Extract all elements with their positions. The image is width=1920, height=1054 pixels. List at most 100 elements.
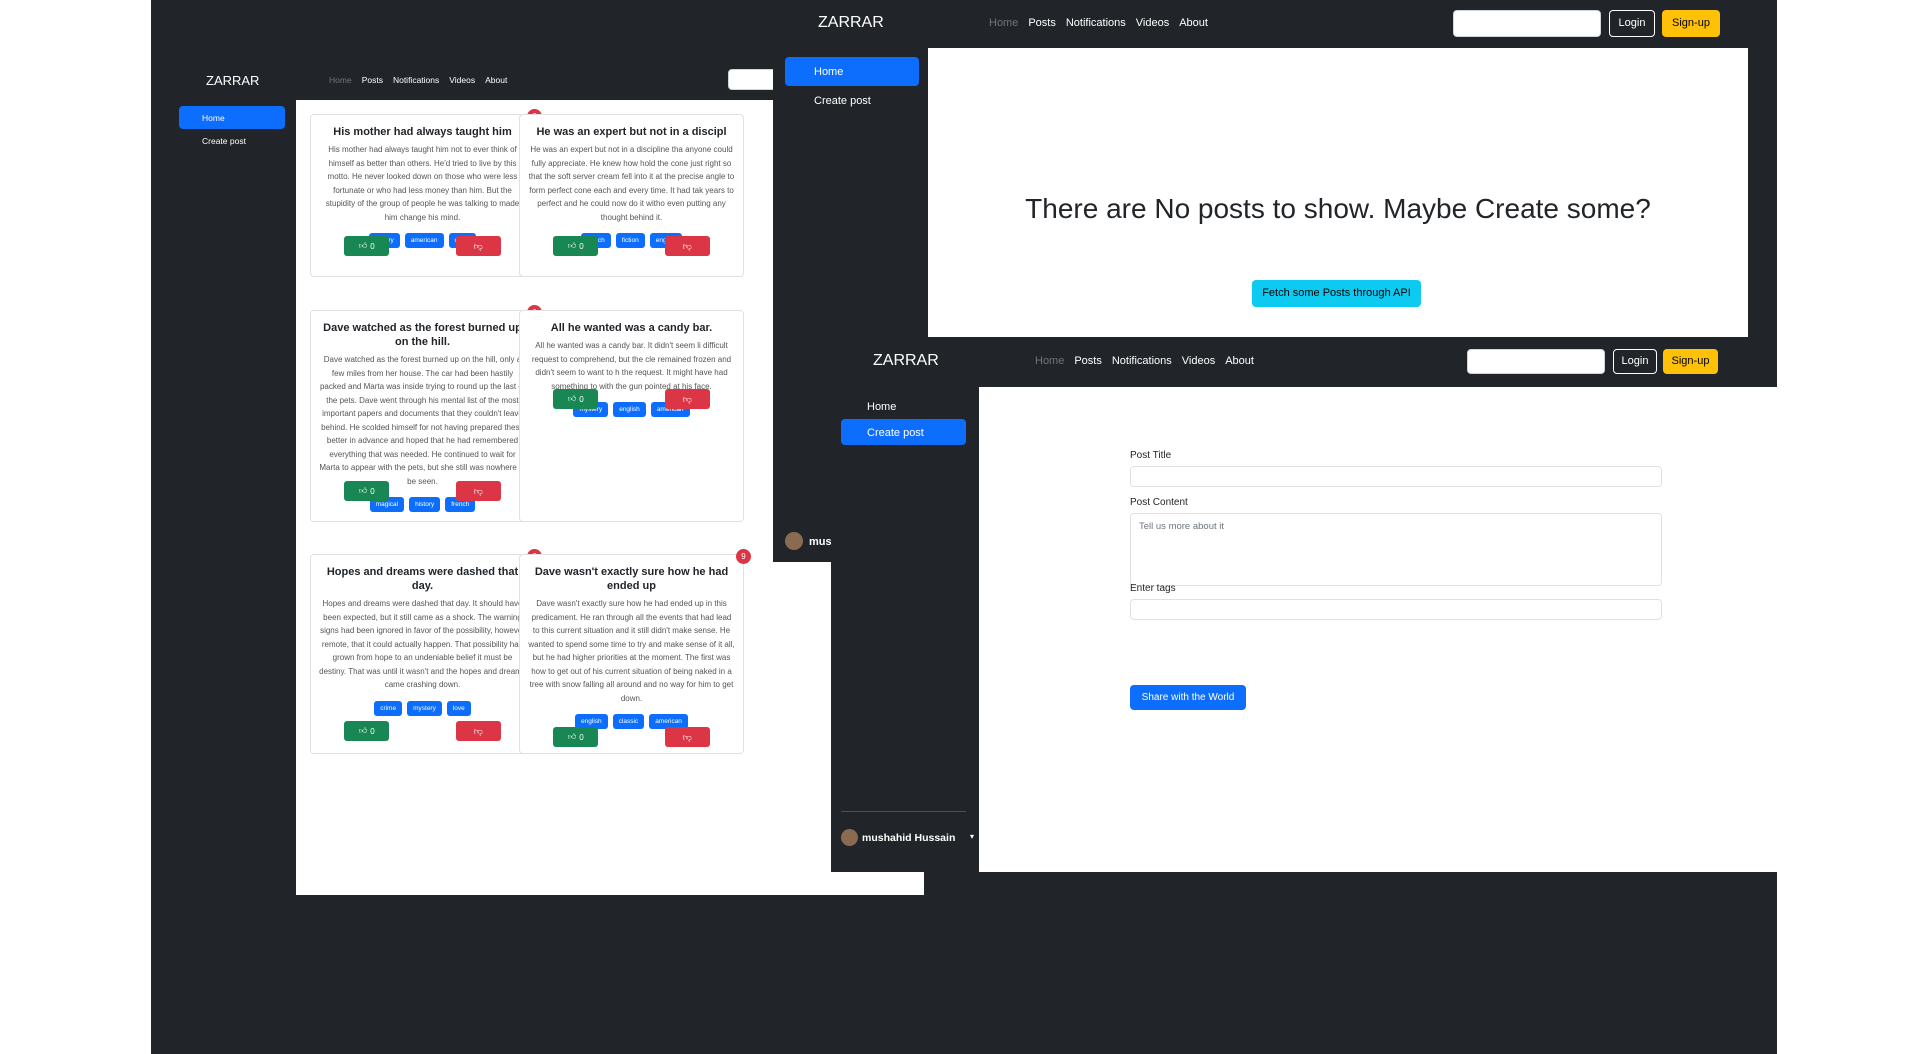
post-body: Dave wasn't exactly sure how he had ende… xyxy=(528,599,735,703)
user-name[interactable]: mushahid Hussain xyxy=(862,832,955,844)
dislike-button[interactable]: 👎︎ xyxy=(455,481,501,501)
nav-notifications[interactable]: Notifications xyxy=(1112,355,1172,367)
search-input[interactable] xyxy=(1467,349,1605,374)
sidebar-divider xyxy=(841,811,966,812)
post-title: Dave watched as the forest burned up on … xyxy=(323,322,522,348)
user-name[interactable]: mus xyxy=(809,536,832,548)
login-button[interactable]: Login xyxy=(1609,10,1655,37)
nav-notifications[interactable]: Notifications xyxy=(393,75,439,85)
sidebar-item-create-post[interactable]: Create post xyxy=(785,86,919,115)
thumbs-up-icon: 👍︎ xyxy=(358,486,368,495)
post-card: 9 Dave wasn't exactly sure how he had en… xyxy=(519,549,751,754)
post-content-textarea[interactable]: Tell us more about it xyxy=(1130,513,1662,586)
like-count: 0 xyxy=(370,241,375,251)
vote-bar: 👍︎ 0 👎︎ xyxy=(520,236,743,256)
sidebar-item-home[interactable]: Home xyxy=(785,57,919,86)
avatar[interactable] xyxy=(785,532,803,550)
tag[interactable]: crime xyxy=(374,700,403,716)
sidebar-item-home[interactable]: Home xyxy=(841,393,966,419)
brand-logo[interactable]: ZARRAR xyxy=(873,352,939,370)
vote-bar: 👍︎ 0 👎︎ xyxy=(520,727,743,747)
avatar[interactable] xyxy=(841,829,858,846)
like-count: 0 xyxy=(579,732,584,742)
vote-bar: 👍︎ 0 👎︎ xyxy=(311,721,534,741)
post-title: All he wanted was a candy bar. xyxy=(550,322,713,334)
tag[interactable]: mystery xyxy=(407,700,442,716)
sidebar-item-create-post[interactable]: Create post xyxy=(179,129,285,152)
like-button[interactable]: 👍︎ 0 xyxy=(344,481,390,501)
nav-home[interactable]: Home xyxy=(329,75,352,85)
thumbs-up-icon: 👍︎ xyxy=(358,241,368,250)
thumbs-down-icon: 👎︎ xyxy=(682,731,692,742)
like-button[interactable]: 👍︎ 0 xyxy=(553,389,599,409)
nav-home[interactable]: Home xyxy=(1035,355,1064,367)
post-title: Dave wasn't exactly sure how he had ende… xyxy=(534,566,729,592)
like-button[interactable]: 👍︎ 0 xyxy=(553,236,599,256)
signup-button[interactable]: Sign-up xyxy=(1662,10,1720,37)
create-post-form: Post Title Post Content Tell us more abo… xyxy=(979,387,1777,872)
nav-links: Home Posts Notifications Videos About xyxy=(989,17,1208,29)
create-post-window: ZARRAR Home Posts Notifications Videos A… xyxy=(831,337,1777,872)
thumbs-up-icon: 👍︎ xyxy=(567,732,577,741)
navbar: ZARRAR Home Posts Notifications Videos A… xyxy=(831,337,1777,387)
post-title: His mother had always taught him xyxy=(333,126,512,138)
like-button[interactable]: 👍︎ 0 xyxy=(344,721,390,741)
nav-notifications[interactable]: Notifications xyxy=(1066,17,1126,29)
post-card: He was an expert but not in a discipl He… xyxy=(519,114,744,277)
vote-bar: 👍︎ 0 👎︎ xyxy=(311,481,534,501)
like-count: 0 xyxy=(370,726,375,736)
like-button[interactable]: 👍︎ 0 xyxy=(553,727,599,747)
nav-home[interactable]: Home xyxy=(989,17,1018,29)
post-title-input[interactable] xyxy=(1130,466,1662,487)
post-title: He was an expert but not in a discipl xyxy=(536,126,727,138)
share-button[interactable]: Share with the World xyxy=(1130,685,1246,710)
main-content: There are No posts to show. Maybe Create… xyxy=(928,48,1748,338)
tags-label: Enter tags xyxy=(1130,583,1176,594)
screenshot-collage: ZARRAR Home Posts Notifications Videos A… xyxy=(151,0,1777,1054)
dislike-button[interactable]: 👎︎ xyxy=(455,721,501,741)
fetch-posts-button[interactable]: Fetch some Posts through API xyxy=(1252,280,1421,307)
chevron-down-icon[interactable]: ▾ xyxy=(970,832,974,841)
nav-videos[interactable]: Videos xyxy=(1136,17,1169,29)
post-card: 6 Dave watched as the forest burned up o… xyxy=(310,305,542,522)
nav-videos[interactable]: Videos xyxy=(449,75,475,85)
nav-about[interactable]: About xyxy=(1225,355,1254,367)
like-count: 0 xyxy=(579,241,584,251)
dislike-button[interactable]: 👎︎ xyxy=(664,727,710,747)
empty-state-heading: There are No posts to show. Maybe Create… xyxy=(1025,193,1651,224)
navbar: ZARRAR Home Posts Notifications Videos A… xyxy=(773,0,1777,48)
like-button[interactable]: 👍︎ 0 xyxy=(344,236,390,256)
post-title-label: Post Title xyxy=(1130,450,1172,461)
brand-logo[interactable]: ZARRAR xyxy=(818,14,884,32)
post-card: 6 His mother had always taught him His m… xyxy=(310,109,542,277)
sidebar-item-create-post[interactable]: Create post xyxy=(841,419,966,445)
nav-about[interactable]: About xyxy=(1179,17,1208,29)
dislike-button[interactable]: 👎︎ xyxy=(664,389,710,409)
thumbs-down-icon: 👎︎ xyxy=(473,485,483,496)
sidebar-item-home[interactable]: Home xyxy=(179,106,285,129)
like-count: 0 xyxy=(579,394,584,404)
search-input[interactable] xyxy=(1453,10,1601,37)
sidebar: Home Create post xyxy=(169,100,285,895)
dislike-button[interactable]: 👎︎ xyxy=(664,236,710,256)
post-card: All he wanted was a candy bar. All he wa… xyxy=(519,310,744,522)
nav-videos[interactable]: Videos xyxy=(1182,355,1215,367)
brand-logo[interactable]: ZARRAR xyxy=(206,73,259,88)
login-button[interactable]: Login xyxy=(1613,349,1657,374)
nav-posts[interactable]: Posts xyxy=(1028,17,1056,29)
nav-posts[interactable]: Posts xyxy=(1074,355,1102,367)
tags-input[interactable] xyxy=(1130,599,1662,620)
signup-button[interactable]: Sign-up xyxy=(1663,349,1718,374)
tag[interactable]: love xyxy=(446,700,471,716)
post-body: He was an expert but not in a discipline… xyxy=(528,145,735,222)
post-body: His mother had always taught him not to … xyxy=(325,145,520,222)
thumbs-down-icon: 👎︎ xyxy=(682,393,692,404)
thumbs-up-icon: 👍︎ xyxy=(358,726,368,735)
post-body: Dave watched as the forest burned up on … xyxy=(319,355,526,486)
vote-bar: 👍︎ 0 👎︎ xyxy=(520,389,743,409)
nav-about[interactable]: About xyxy=(485,75,507,85)
post-body: All he wanted was a candy bar. It didn't… xyxy=(531,341,732,391)
tag-list: crime mystery love xyxy=(311,700,534,716)
dislike-button[interactable]: 👎︎ xyxy=(455,236,501,256)
nav-posts[interactable]: Posts xyxy=(362,75,383,85)
